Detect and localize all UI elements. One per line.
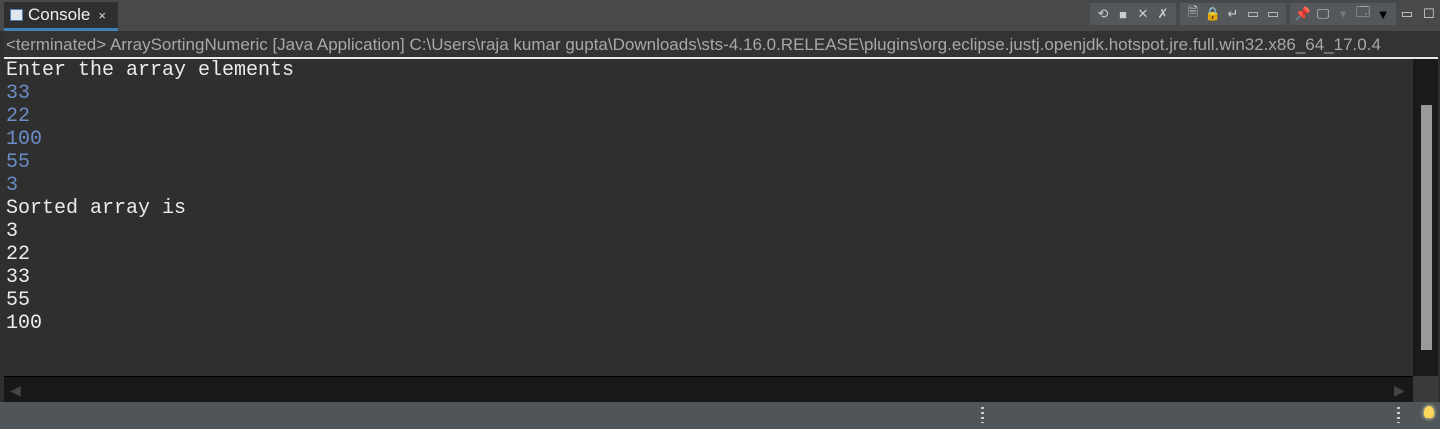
scrollbar-thumb[interactable]: [1421, 105, 1432, 350]
process-status: <terminated> ArraySortingNumeric [Java A…: [4, 31, 1440, 56]
show-on-stderr-icon[interactable]: ▭: [1263, 4, 1283, 24]
status-bar: [0, 402, 1440, 429]
remove-all-terminated-icon[interactable]: ✗: [1153, 4, 1173, 24]
scroll-right-icon[interactable]: ▶: [1394, 382, 1405, 399]
console-input-line: 33: [6, 82, 31, 105]
pin-console-icon[interactable]: 📌: [1293, 4, 1313, 24]
terminate-icon[interactable]: ■: [1113, 4, 1133, 24]
view-tab-bar: Console × ⟲ ■ ✕ ✗ 🗎 🔒 ↵ ▭ ▭ 📌 🖵 ▾ 🗔 ▼ ▭ …: [0, 0, 1440, 31]
console-output-line: Sorted array is: [6, 197, 187, 220]
scroll-left-icon[interactable]: ◀: [10, 382, 21, 399]
console-output[interactable]: Enter the array elements 33 22 100 55 3 Sorted…: [4, 59, 1413, 376]
console-output-line: 55: [6, 289, 31, 312]
drag-handle-icon[interactable]: [1397, 407, 1400, 423]
word-wrap-icon[interactable]: ↵: [1223, 4, 1243, 24]
remove-launch-icon[interactable]: ✕: [1133, 4, 1153, 24]
console-input-line: 3: [6, 174, 19, 197]
console-input-line: 22: [6, 105, 31, 128]
console-toolbar: ⟲ ■ ✕ ✗ 🗎 🔒 ↵ ▭ ▭ 📌 🖵 ▾ 🗔 ▼ ▭ ☐: [1086, 0, 1440, 28]
tab-label: Console: [28, 5, 91, 24]
scroll-lock-icon[interactable]: 🔒: [1203, 4, 1223, 24]
relaunch-icon[interactable]: ⟲: [1093, 4, 1113, 24]
console-icon: [10, 9, 23, 21]
console-input-line: 100: [6, 128, 43, 151]
console-output-line: 33: [6, 266, 31, 289]
console-output-line: 3: [6, 220, 19, 243]
horizontal-scrollbar[interactable]: ◀ ▶: [4, 376, 1413, 403]
display-console-icon[interactable]: 🖵: [1313, 4, 1333, 24]
close-icon[interactable]: ×: [98, 8, 106, 23]
minimize-icon[interactable]: ▭: [1396, 4, 1418, 24]
vertical-scrollbar[interactable]: [1413, 59, 1438, 376]
clear-console-icon[interactable]: 🗎: [1183, 4, 1203, 24]
drag-handle-icon[interactable]: [981, 407, 984, 423]
tab-console[interactable]: Console ×: [4, 2, 118, 31]
console-output-line: Enter the array elements: [6, 59, 295, 82]
open-console-icon[interactable]: 🗔: [1353, 4, 1373, 24]
open-console-dropdown-icon[interactable]: ▼: [1373, 4, 1393, 24]
scrollbar-corner: [1413, 376, 1438, 402]
console-input-line: 55: [6, 151, 31, 174]
maximize-icon[interactable]: ☐: [1418, 4, 1440, 24]
lightbulb-icon[interactable]: [1424, 406, 1434, 418]
show-on-stdout-icon[interactable]: ▭: [1243, 4, 1263, 24]
console-output-line: 22: [6, 243, 31, 266]
console-output-line: 100: [6, 312, 43, 335]
display-console-dropdown-icon[interactable]: ▾: [1333, 4, 1353, 24]
